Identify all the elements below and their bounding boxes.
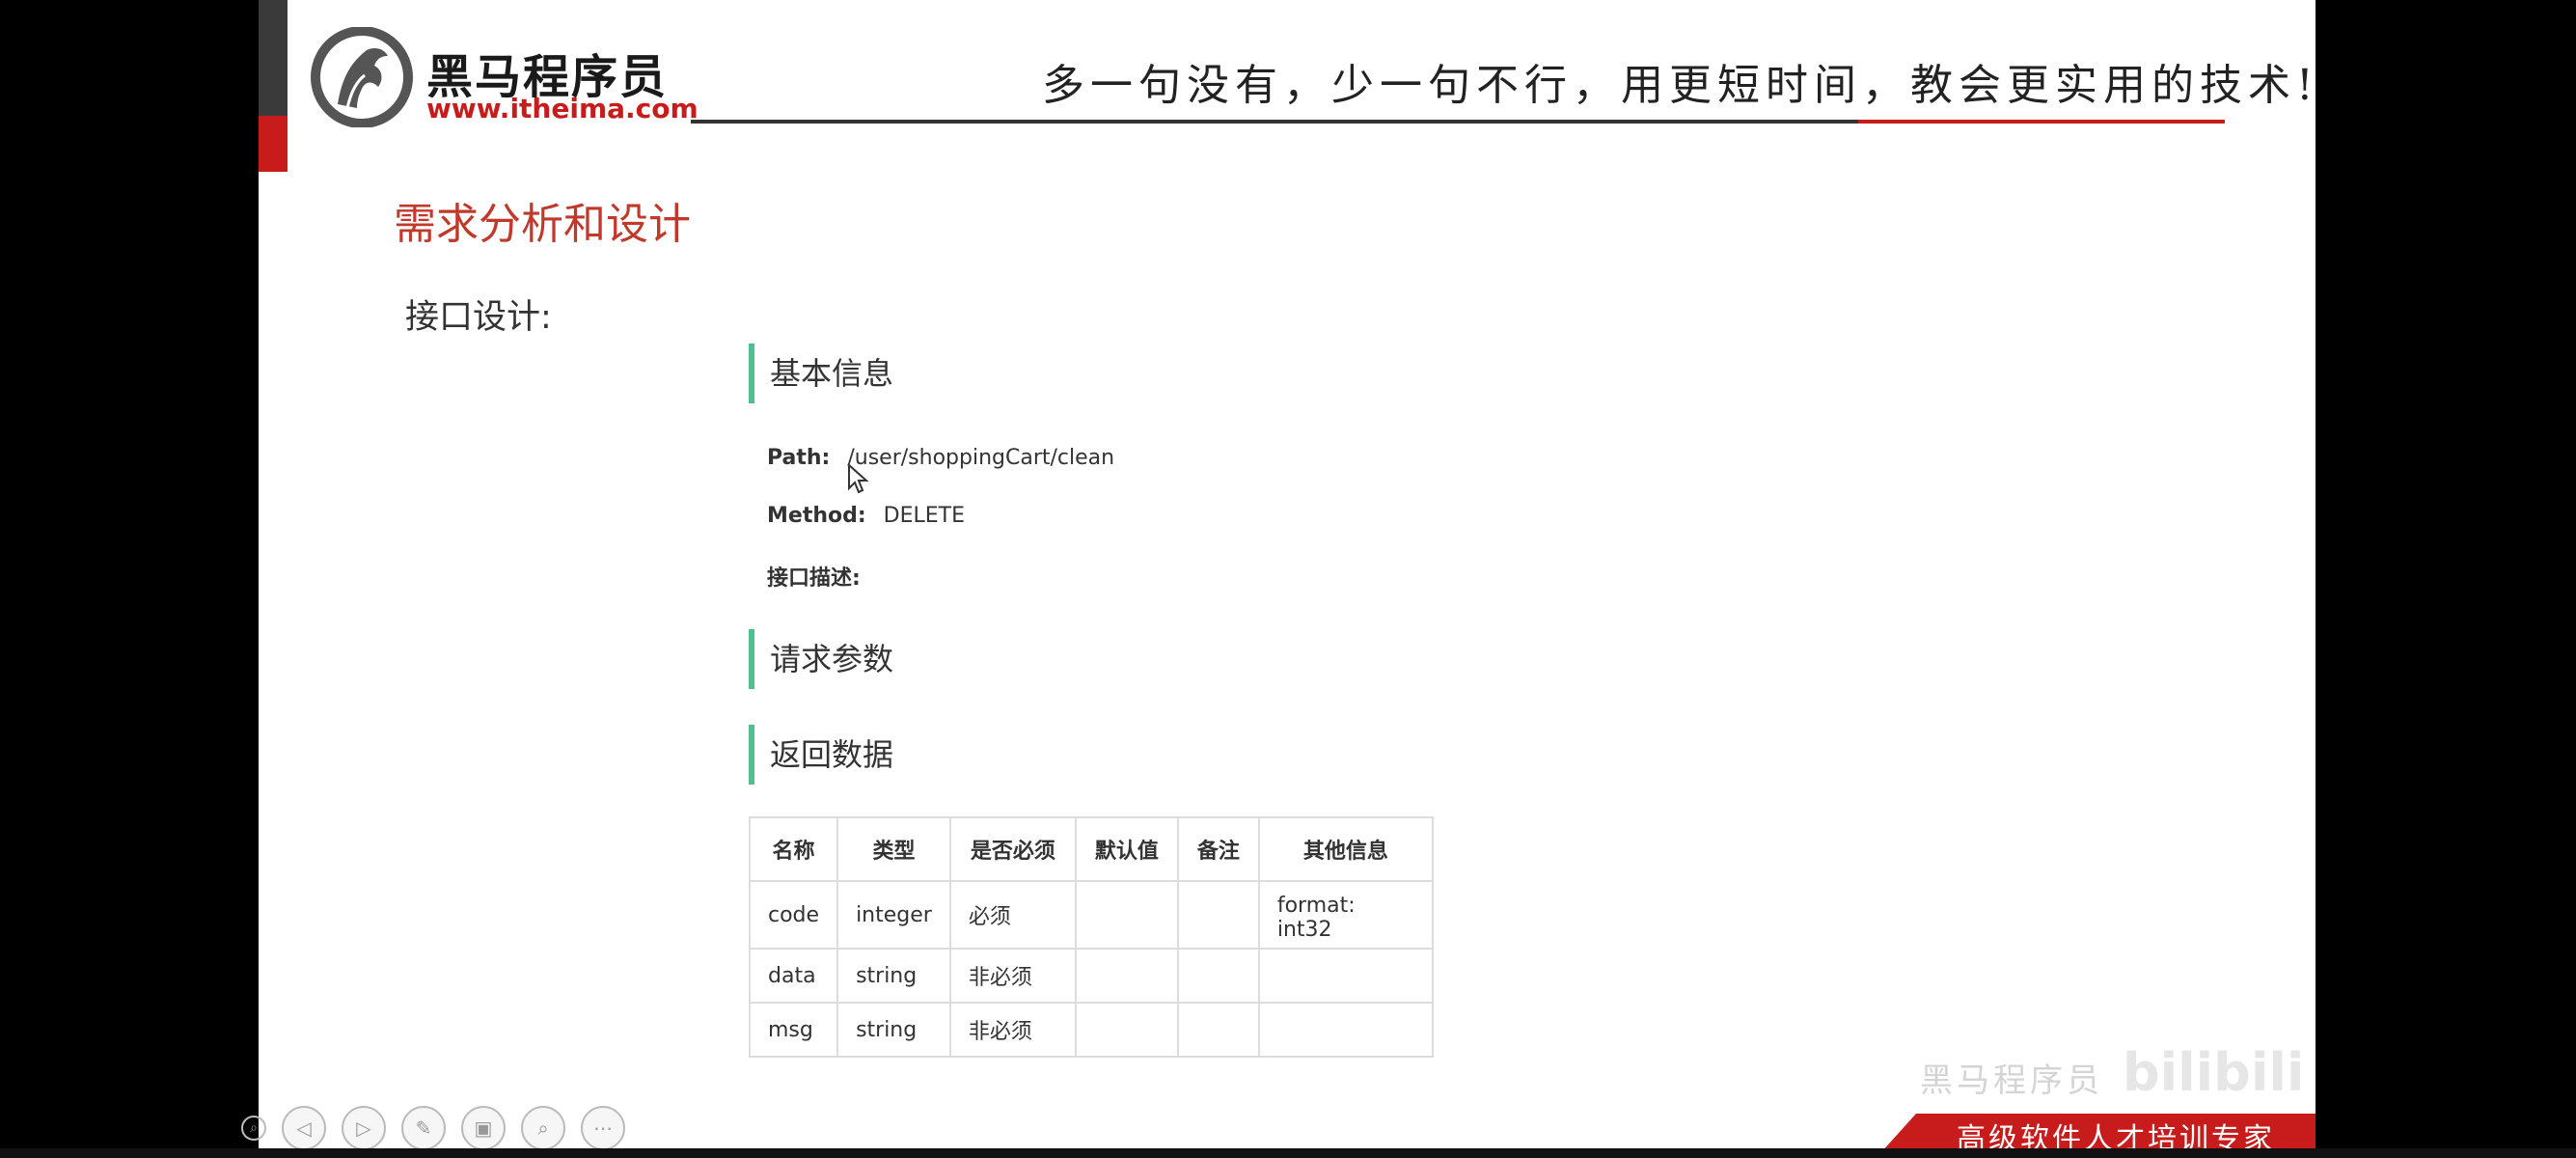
- subtitle: 接口设计:: [405, 298, 552, 337]
- watermark: 黑马程序员: [1920, 1062, 2103, 1100]
- section-response-data: 返回数据: [749, 725, 893, 785]
- header-rule-accent: [1858, 120, 2225, 124]
- response-table: 名称 类型 是否必须 默认值 备注 其他信息 code integer 必须 f…: [748, 816, 1434, 1058]
- path-label: Path:: [767, 446, 831, 470]
- horse-logo-icon: [311, 27, 413, 127]
- table-row: data string 非必须: [748, 948, 1434, 1004]
- logo-website: www.itheima.com: [426, 93, 699, 124]
- description-row: 接口描述:: [767, 561, 861, 592]
- search-zoom-icon[interactable]: ⌕: [241, 1116, 266, 1141]
- cell-required: 必须: [948, 880, 1077, 950]
- pen-icon[interactable]: ✎: [401, 1106, 446, 1150]
- cell-default: [1074, 948, 1179, 1004]
- path-value: /user/shoppingCart/clean: [847, 446, 1115, 470]
- cell-default: [1074, 1002, 1179, 1058]
- bottom-bar: [0, 1148, 2576, 1158]
- cell-other: [1257, 948, 1434, 1004]
- zoom-icon[interactable]: ⌕: [521, 1106, 565, 1150]
- col-required-header: 是否必须: [948, 816, 1077, 882]
- section-request-params: 请求参数: [749, 629, 893, 689]
- cell-type: string: [836, 1002, 951, 1058]
- cell-type: string: [836, 948, 951, 1004]
- cell-remark: [1176, 880, 1260, 950]
- col-remark-header: 备注: [1176, 816, 1260, 882]
- cell-required: 非必须: [948, 1002, 1077, 1058]
- header-rule: [691, 120, 1858, 124]
- cell-other: format: int32: [1257, 880, 1434, 950]
- path-row: Path: /user/shoppingCart/clean: [767, 446, 1114, 470]
- prev-icon[interactable]: ◁: [282, 1106, 326, 1150]
- cell-name: msg: [748, 1002, 839, 1058]
- presentation-toolbar: ⌕ ◁ ▷ ✎ ▣ ⌕ ⋯: [241, 1106, 625, 1150]
- cell-name: data: [748, 948, 839, 1004]
- method-row: Method: DELETE: [767, 504, 965, 528]
- table-row: code integer 必须 format: int32: [748, 880, 1434, 950]
- col-default-header: 默认值: [1074, 816, 1179, 882]
- col-name-header: 名称: [748, 816, 839, 882]
- left-accent-dark: [259, 0, 288, 116]
- col-type-header: 类型: [836, 816, 951, 882]
- table-header-row: 名称 类型 是否必须 默认值 备注 其他信息: [748, 816, 1434, 882]
- section-basic-info: 基本信息: [749, 344, 893, 403]
- cell-remark: [1176, 1002, 1260, 1058]
- cell-required: 非必须: [948, 948, 1077, 1004]
- cell-name: code: [748, 880, 839, 950]
- next-icon[interactable]: ▷: [342, 1106, 386, 1150]
- slides-icon[interactable]: ▣: [461, 1106, 506, 1150]
- description-label: 接口描述:: [767, 566, 861, 591]
- slogan: 多一句没有，少一句不行，用更短时间，教会更实用的技术!: [1042, 61, 2319, 110]
- more-icon[interactable]: ⋯: [581, 1106, 625, 1150]
- col-other-header: 其他信息: [1257, 816, 1434, 882]
- cell-default: [1074, 880, 1179, 950]
- method-value: DELETE: [883, 504, 965, 528]
- page-title: 需求分析和设计: [394, 200, 691, 249]
- bilibili-watermark: bilibili: [2123, 1042, 2305, 1103]
- method-label: Method:: [767, 504, 866, 528]
- left-accent-red: [259, 116, 288, 172]
- cell-type: integer: [836, 880, 951, 950]
- cell-other: [1257, 1002, 1434, 1058]
- cell-remark: [1176, 948, 1260, 1004]
- table-row: msg string 非必须: [748, 1002, 1434, 1058]
- mouse-cursor-icon: [848, 463, 868, 494]
